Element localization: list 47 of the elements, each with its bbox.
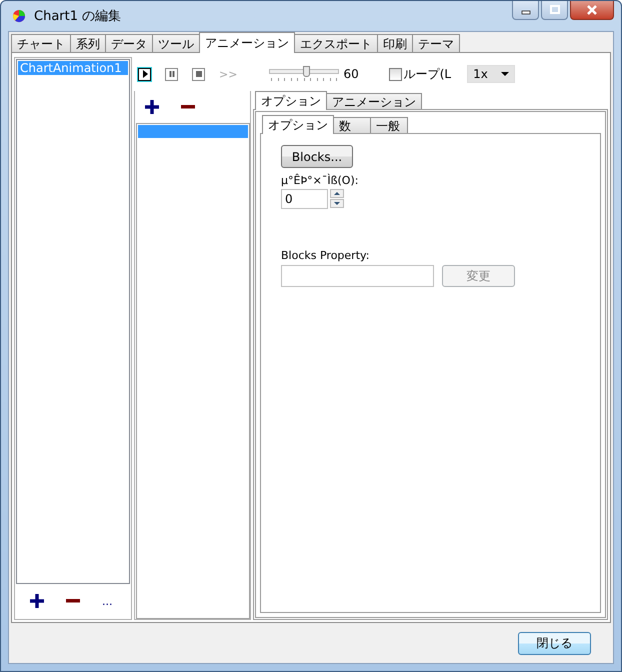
- tab[interactable]: アニメーション: [199, 32, 295, 53]
- play-button[interactable]: [138, 68, 151, 80]
- add-icon[interactable]: [30, 594, 44, 608]
- spin-up-button[interactable]: [330, 189, 344, 198]
- close-dialog-button[interactable]: 閉じる: [518, 632, 591, 654]
- close-icon: [586, 5, 598, 15]
- pause-button[interactable]: [165, 68, 178, 80]
- tab[interactable]: エクスポート: [294, 34, 378, 53]
- blocks-button[interactable]: Blocks...: [281, 145, 353, 168]
- tab[interactable]: 印刷: [377, 34, 413, 53]
- number-field[interactable]: 0: [281, 189, 328, 209]
- tab[interactable]: オプション: [262, 115, 334, 134]
- close-button[interactable]: [570, 1, 614, 20]
- loop-checkbox[interactable]: [388, 68, 402, 80]
- add-icon[interactable]: [145, 100, 159, 114]
- loop-label[interactable]: ループ(L: [404, 66, 452, 82]
- up-arrow-icon: [334, 192, 340, 195]
- dropdown-arrow-icon: [501, 72, 510, 76]
- tab[interactable]: ツール: [152, 34, 200, 53]
- minimize-button[interactable]: [512, 1, 539, 20]
- tab[interactable]: テーマ: [412, 34, 460, 53]
- stop-icon: [194, 70, 202, 78]
- field-label: µ°ÊÞ°×¯Ìß(O):: [281, 174, 358, 187]
- property-field[interactable]: [281, 265, 434, 287]
- field-label: Blocks Property:: [281, 249, 370, 262]
- tab[interactable]: 一般: [370, 117, 408, 134]
- maximize-icon: [550, 5, 560, 15]
- remove-icon[interactable]: [66, 599, 80, 603]
- stop-button[interactable]: [192, 68, 205, 80]
- tab[interactable]: 系列: [70, 34, 106, 53]
- down-arrow-icon: [334, 202, 340, 205]
- play-icon: [140, 70, 148, 78]
- rate-dropdown[interactable]: 1x: [467, 65, 516, 83]
- speed-slider[interactable]: [269, 64, 340, 84]
- slider-thumb[interactable]: [303, 66, 310, 77]
- tab[interactable]: データ: [105, 34, 153, 53]
- maximize-button[interactable]: [541, 1, 568, 20]
- window-title: Chart1 の編集: [34, 8, 122, 25]
- tab[interactable]: アニメーション: [326, 93, 422, 110]
- spin-down-button[interactable]: [330, 199, 344, 208]
- chart-icon: [12, 9, 26, 23]
- tab[interactable]: チャート: [11, 34, 71, 53]
- slider-value: 60: [343, 67, 359, 81]
- tab[interactable]: オプション: [255, 91, 327, 110]
- pause-icon: [168, 70, 176, 78]
- remove-icon[interactable]: [181, 105, 195, 109]
- more-button[interactable]: ...: [102, 594, 112, 608]
